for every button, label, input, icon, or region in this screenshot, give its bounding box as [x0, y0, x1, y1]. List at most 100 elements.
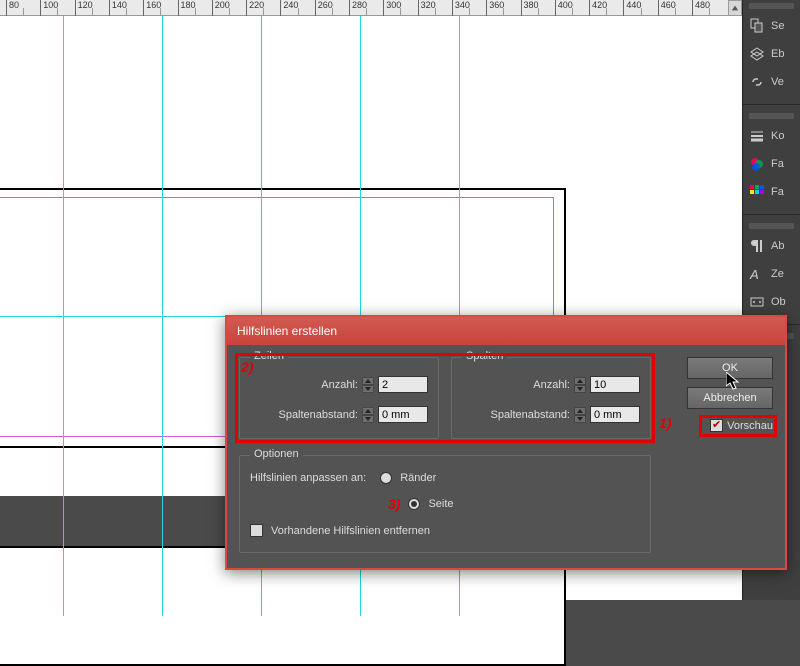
fit-margins-radio[interactable] [380, 472, 392, 484]
ruler-tick: 460 [658, 0, 676, 16]
fit-guides-label: Hilfslinien anpassen an: [250, 472, 366, 484]
panel-swatches[interactable]: Fa [743, 178, 800, 206]
annotation-2: 2) [241, 359, 253, 375]
ruler-tick: 220 [246, 0, 264, 16]
panel-label: Ve [771, 76, 784, 88]
ruler-tick: 140 [109, 0, 127, 16]
rows-gutter-spinner[interactable] [362, 407, 374, 423]
ruler-scroll-right[interactable] [728, 0, 742, 16]
panel-label: Ko [771, 130, 784, 142]
dialog-title[interactable]: Hilfslinien erstellen [227, 317, 785, 345]
cancel-button[interactable]: Abbrechen [687, 387, 773, 409]
ruler-tick: 420 [589, 0, 607, 16]
panel-paragraph[interactable]: Ab [743, 232, 800, 260]
rows-count-label: Anzahl: [263, 379, 358, 391]
panel-object[interactable]: Ob [743, 288, 800, 316]
object-icon [749, 294, 765, 310]
ruler-tick: 300 [383, 0, 401, 16]
dock-separator [743, 104, 800, 105]
stroke-icon [749, 128, 765, 144]
remove-existing-checkbox[interactable] [250, 524, 263, 537]
ok-button-label: OK [722, 362, 738, 374]
rows-gutter-label: Spaltenabstand: [263, 409, 358, 421]
ruler-minor-tick [332, 8, 333, 16]
ruler-minor-tick [538, 8, 539, 16]
ruler-minor-tick [23, 8, 24, 16]
rows-count-input[interactable] [378, 376, 428, 393]
ruler-minor-tick [709, 8, 710, 16]
panel-links[interactable]: Ve [743, 68, 800, 96]
panel-character[interactable]: A Ze [743, 260, 800, 288]
ruler-tick: 480 [692, 0, 710, 16]
dock-handle[interactable] [749, 113, 794, 119]
panel-pages[interactable]: Se [743, 12, 800, 40]
ruler-tick: 80 [6, 0, 19, 16]
fit-page-radio[interactable] [408, 498, 420, 510]
color-icon [749, 156, 765, 172]
fit-margins-label: Ränder [400, 472, 436, 484]
rows-group: Zeilen Anzahl: Spaltenabstand: [239, 357, 439, 439]
panel-stroke[interactable]: Ko [743, 122, 800, 150]
ruler-minor-tick [606, 8, 607, 16]
dock-handle[interactable] [749, 3, 794, 9]
ruler-minor-tick [229, 8, 230, 16]
annotation-1: 1) [659, 415, 671, 431]
panel-label: Se [771, 20, 784, 32]
rows-count-spinner[interactable] [362, 377, 374, 393]
horizontal-ruler[interactable]: 8010012014016018020022024026028030032034… [0, 0, 742, 16]
ruler-tick: 100 [40, 0, 58, 16]
links-icon [749, 74, 765, 90]
create-guides-dialog: Hilfslinien erstellen Zeilen Anzahl: Spa… [225, 315, 787, 570]
triangle-up-icon [731, 4, 739, 12]
ruler-tick: 400 [555, 0, 573, 16]
cols-gutter-spinner[interactable] [574, 407, 586, 423]
preview-checkbox[interactable] [710, 419, 723, 432]
cols-count-input[interactable] [590, 376, 640, 393]
panel-label: Ze [771, 268, 784, 280]
ruler-tick: 320 [418, 0, 436, 16]
ruler-minor-tick [57, 8, 58, 16]
fit-page-label: Seite [428, 498, 453, 510]
panel-label: Ob [771, 296, 786, 308]
character-icon: A [749, 266, 765, 282]
cols-gutter-label: Spaltenabstand: [475, 409, 570, 421]
paragraph-icon [749, 238, 765, 254]
ok-button[interactable]: OK [687, 357, 773, 379]
ruler-minor-tick [641, 8, 642, 16]
ruler-tick: 360 [486, 0, 504, 16]
remove-existing-label: Vorhandene Hilfslinien entfernen [271, 525, 430, 537]
ruler-tick: 440 [623, 0, 641, 16]
layers-icon [749, 46, 765, 62]
ruler-minor-tick [503, 8, 504, 16]
dock-separator [743, 214, 800, 215]
dock-handle[interactable] [749, 223, 794, 229]
panel-label: Ab [771, 240, 784, 252]
ruler-tick: 180 [178, 0, 196, 16]
ruler-minor-tick [572, 8, 573, 16]
panel-color[interactable]: Fa [743, 150, 800, 178]
swatches-icon [749, 184, 765, 200]
cols-gutter-input[interactable] [590, 406, 640, 423]
panel-label: Eb [771, 48, 784, 60]
panel-layers[interactable]: Eb [743, 40, 800, 68]
ruler-tick: 240 [280, 0, 298, 16]
annotation-3: 3) [388, 496, 400, 512]
ruler-tick: 340 [452, 0, 470, 16]
ruler-minor-tick [160, 8, 161, 16]
cols-count-spinner[interactable] [574, 377, 586, 393]
pages-icon [749, 18, 765, 34]
ruler-tick: 280 [349, 0, 367, 16]
ruler-minor-tick [195, 8, 196, 16]
cols-count-label: Anzahl: [475, 379, 570, 391]
panel-label: Fa [771, 158, 784, 170]
rows-gutter-input[interactable] [378, 406, 428, 423]
panel-label: Fa [771, 186, 784, 198]
ruler-minor-tick [298, 8, 299, 16]
columns-legend: Spalten [462, 350, 507, 362]
ruler-minor-tick [469, 8, 470, 16]
preview-label: Vorschau [727, 420, 773, 432]
ruler-minor-tick [366, 8, 367, 16]
ruler-minor-tick [675, 8, 676, 16]
rows-legend: Zeilen [250, 350, 288, 362]
cancel-button-label: Abbrechen [703, 392, 756, 404]
